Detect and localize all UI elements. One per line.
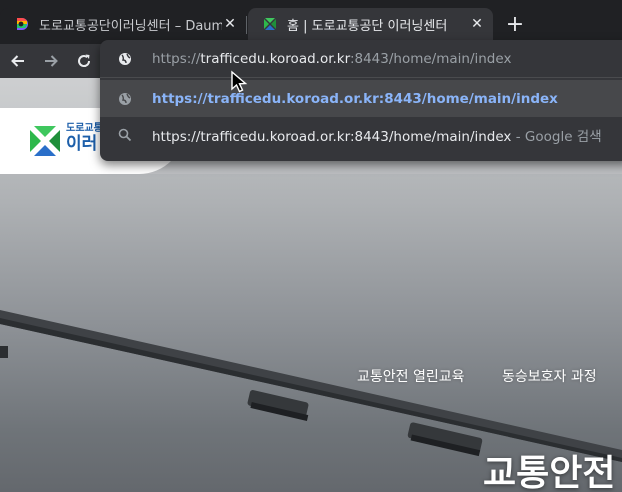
nav-link-open-education[interactable]: 교통안전 열린교육	[357, 366, 465, 386]
tab-koroad[interactable]: 홈 | 도로교통공단 이러닝센터 ✕	[248, 8, 493, 40]
mouse-cursor-icon	[231, 70, 248, 93]
new-tab-button[interactable]: +	[503, 12, 527, 37]
close-tab-icon[interactable]: ✕	[222, 16, 238, 32]
tab-separator	[246, 16, 247, 34]
globe-icon	[117, 91, 133, 107]
forward-arrow-icon	[45, 55, 58, 67]
omnibox-divider	[100, 77, 622, 78]
address-bar[interactable]: https://trafficedu.koroad.or.kr:8443/hom…	[100, 40, 622, 77]
search-icon	[117, 127, 133, 143]
url-scheme: https://	[152, 50, 201, 67]
back-button[interactable]	[6, 49, 30, 73]
tab-strip: 도로교통공단이러닝센터 – Daum ✕ 홈 | 도로교통공단 이러닝센터 ✕ …	[0, 0, 622, 44]
daum-favicon-icon	[14, 16, 30, 32]
back-arrow-icon	[11, 55, 24, 67]
nav-link-guardian-course[interactable]: 동승보호자 과정	[502, 366, 597, 386]
logo-text: 도로교통 이러	[66, 124, 103, 153]
logo-large-text: 이러	[66, 134, 98, 154]
reload-button[interactable]	[72, 49, 96, 73]
logo-small-text: 도로교통	[66, 123, 103, 134]
omnibox-suggestion-url[interactable]: https://trafficedu.koroad.or.kr:8443/hom…	[100, 80, 622, 117]
suggestion-suffix: - Google 검색	[511, 128, 602, 145]
koroad-favicon-icon	[262, 16, 278, 32]
tab-title: 홈 | 도로교통공단 이러닝센터	[287, 18, 448, 34]
globe-icon	[117, 51, 133, 67]
suggestion-text: https://trafficedu.koroad.or.kr:8443/hom…	[152, 90, 558, 107]
forward-button[interactable]	[39, 49, 63, 73]
url-host: trafficedu.koroad.or.kr	[200, 50, 350, 67]
reload-icon	[78, 54, 91, 67]
omnibox-dropdown: https://trafficedu.koroad.or.kr:8443/hom…	[100, 40, 622, 161]
hero-title: 교통안전	[483, 453, 616, 492]
tab-daum[interactable]: 도로교통공단이러닝센터 – Daum ✕	[0, 8, 246, 40]
koroad-logo-icon	[30, 126, 60, 156]
url-path: :8443/home/main/index	[349, 50, 512, 67]
omnibox-suggestion-search[interactable]: https://trafficedu.koroad.or.kr:8443/hom…	[100, 116, 622, 153]
tab-title: 도로교통공단이러닝센터 – Daum	[39, 18, 222, 34]
address-input[interactable]: https://trafficedu.koroad.or.kr:8443/hom…	[152, 51, 511, 67]
suggestion-text: https://trafficedu.koroad.or.kr:8443/hom…	[152, 128, 512, 145]
close-tab-icon[interactable]: ✕	[469, 16, 485, 32]
